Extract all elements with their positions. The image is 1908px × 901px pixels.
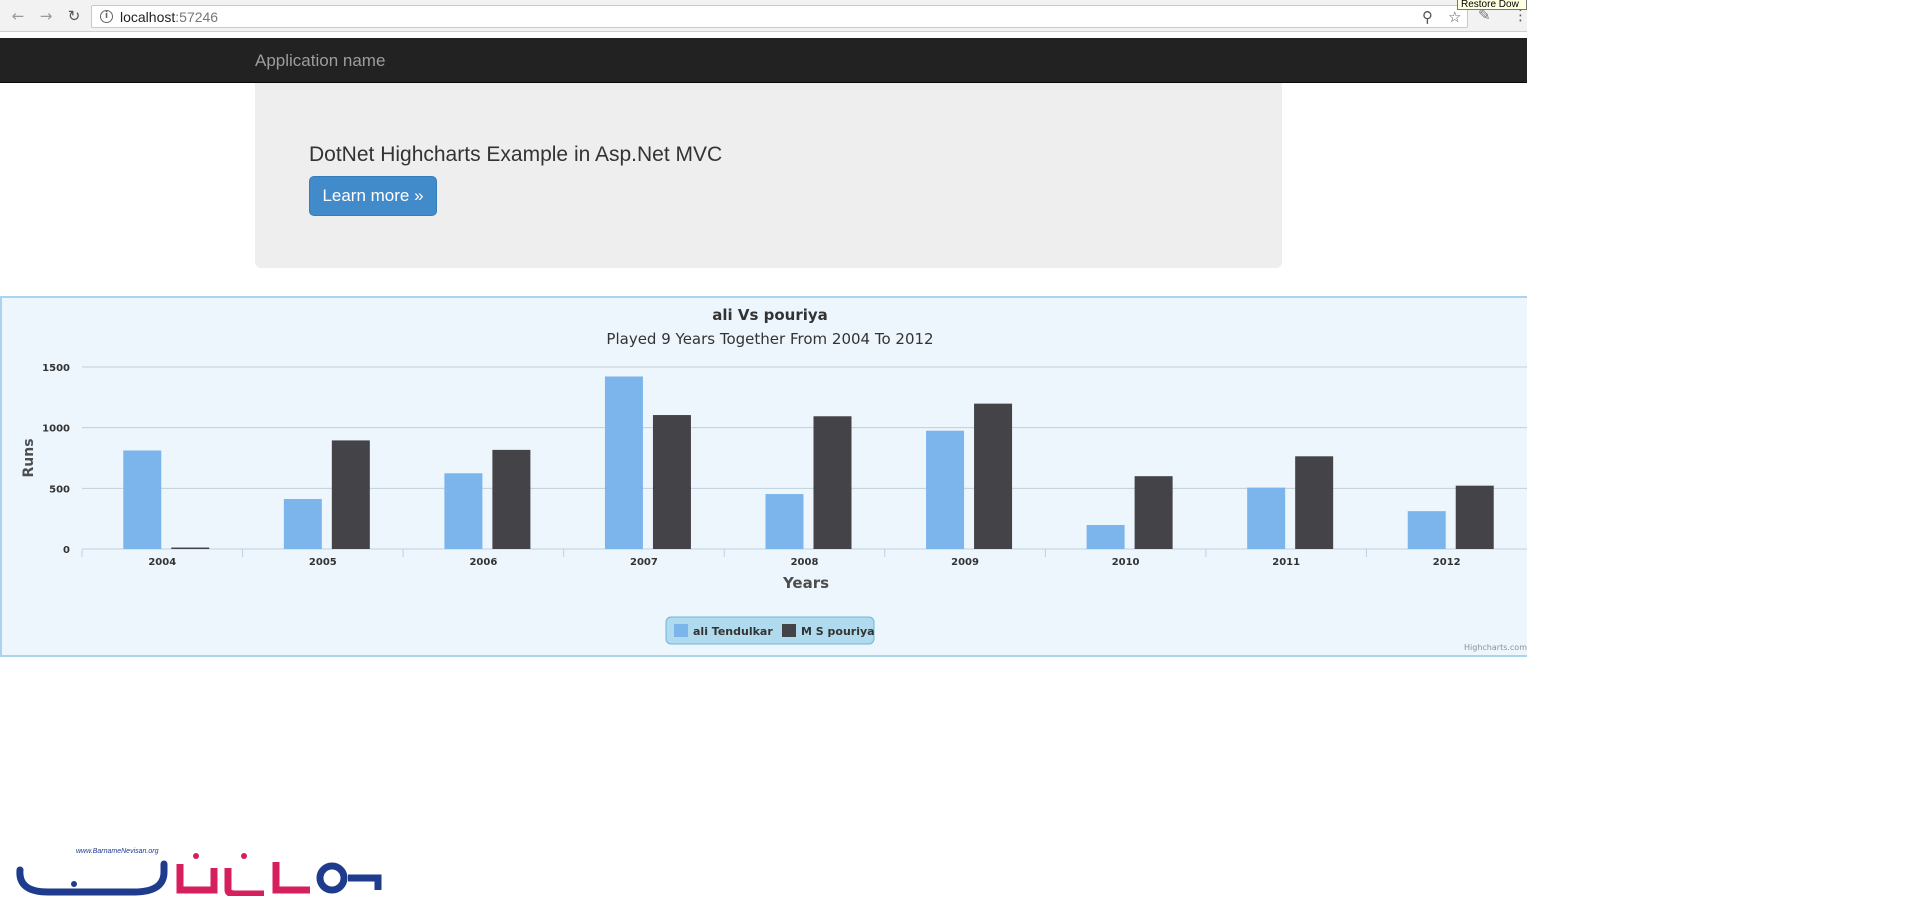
bar-ali-tendulkar-2009 xyxy=(926,430,965,549)
bar-m-s-pouriya-2004 xyxy=(171,547,210,549)
jumbotron: DotNet Highcharts Example in Asp.Net MVC… xyxy=(255,83,1282,268)
info-icon[interactable]: i xyxy=(100,10,113,23)
learn-more-button[interactable]: Learn more » xyxy=(309,176,437,216)
logo-url: www.BarnameNevisan.org xyxy=(76,848,159,855)
navbar-brand[interactable]: Application name xyxy=(255,51,385,71)
chart-credits: Highcharts.com xyxy=(1464,643,1527,652)
chart-subtitle: Played 9 Years Together From 2004 To 201… xyxy=(606,330,933,348)
legend-swatch xyxy=(782,624,796,637)
bar-m-s-pouriya-2011 xyxy=(1295,456,1334,549)
bar-ali-tendulkar-2006 xyxy=(444,473,483,549)
star-icon[interactable]: ☆ xyxy=(1448,8,1461,26)
url-text[interactable]: localhost:57246 xyxy=(120,9,218,25)
bar-ali-tendulkar-2007 xyxy=(604,376,643,549)
bar-m-s-pouriya-2008 xyxy=(813,416,852,549)
reload-icon[interactable]: ↻ xyxy=(65,7,83,25)
bar-ali-tendulkar-2012 xyxy=(1407,511,1446,549)
x-tick-label: 2009 xyxy=(951,557,979,568)
bar-ali-tendulkar-2011 xyxy=(1247,487,1286,549)
zoom-icon[interactable]: ⚲ xyxy=(1422,8,1433,26)
bar-ali-tendulkar-2004 xyxy=(123,450,162,549)
y-axis-title: Runs xyxy=(21,438,37,477)
x-tick-label: 2005 xyxy=(309,557,337,568)
y-tick-label: 1500 xyxy=(42,363,70,374)
legend-item-label: M S pouriya xyxy=(801,625,875,638)
tooltip: Restore Dow xyxy=(1457,0,1527,10)
bar-m-s-pouriya-2007 xyxy=(652,415,691,549)
y-tick-label: 0 xyxy=(63,545,70,556)
legend-item-label: ali Tendulkar xyxy=(693,625,773,638)
x-tick-label: 2007 xyxy=(630,557,658,568)
logo-graphic xyxy=(16,853,382,898)
url-host: localhost xyxy=(120,9,176,25)
forward-arrow-icon[interactable]: → xyxy=(37,7,55,25)
chart-svg: ali Vs pouriya Played 9 Years Together Fr… xyxy=(21,306,1527,652)
x-tick-label: 2004 xyxy=(148,557,176,568)
address-bar[interactable]: i localhost:57246 ⚲ ☆ xyxy=(91,5,1468,28)
bar-m-s-pouriya-2010 xyxy=(1134,476,1173,549)
x-tick-label: 2006 xyxy=(469,557,497,568)
y-tick-label: 1000 xyxy=(42,424,70,435)
navbar: Application name xyxy=(0,38,1527,83)
site-logo: www.BarnameNevisan.org xyxy=(14,848,384,898)
bar-m-s-pouriya-2012 xyxy=(1455,485,1494,549)
jumbotron-title: DotNet Highcharts Example in Asp.Net MVC xyxy=(309,143,723,166)
x-tick-label: 2012 xyxy=(1433,557,1461,568)
bar-m-s-pouriya-2006 xyxy=(492,449,531,549)
y-tick-label: 500 xyxy=(49,484,70,495)
bar-m-s-pouriya-2009 xyxy=(974,403,1013,549)
chart-title: ali Vs pouriya xyxy=(712,306,828,324)
x-axis-title: Years xyxy=(782,574,829,592)
bar-m-s-pouriya-2005 xyxy=(331,440,370,549)
url-port: :57246 xyxy=(175,9,219,25)
bar-ali-tendulkar-2008 xyxy=(765,494,804,549)
x-tick-label: 2010 xyxy=(1112,557,1140,568)
bar-ali-tendulkar-2005 xyxy=(283,499,322,549)
browser-toolbar: ← → ↻ i localhost:57246 ⚲ ☆ ✎ ⋮ xyxy=(0,0,1528,32)
x-tick-label: 2008 xyxy=(791,557,819,568)
back-arrow-icon[interactable]: ← xyxy=(9,7,27,25)
x-tick-label: 2011 xyxy=(1272,557,1300,568)
legend-swatch xyxy=(674,624,688,637)
highchart-container: ali Vs pouriya Played 9 Years Together Fr… xyxy=(0,296,1527,657)
bar-ali-tendulkar-2010 xyxy=(1086,524,1125,549)
